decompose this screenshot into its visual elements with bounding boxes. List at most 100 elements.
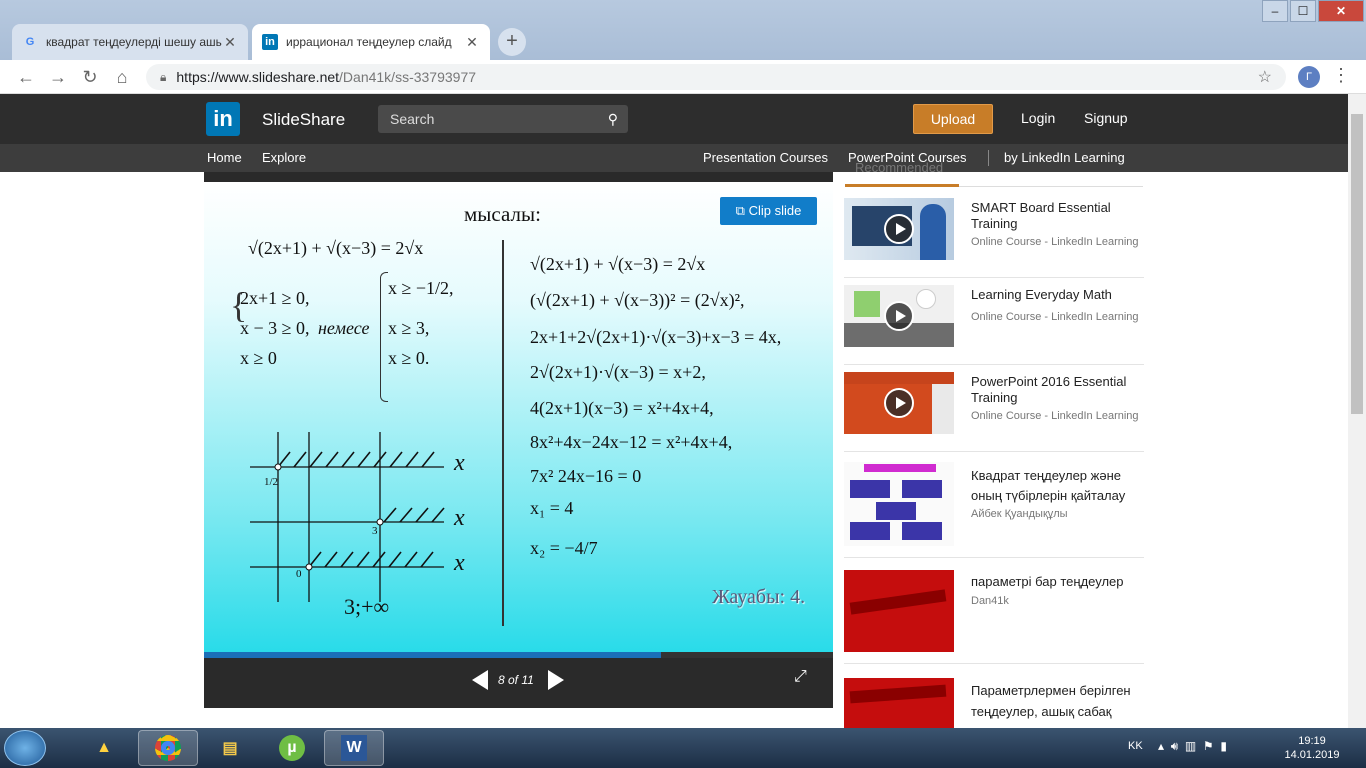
solution-step: x₁ = 4 [530, 498, 574, 518]
forward-icon[interactable]: → [46, 65, 70, 89]
chrome-icon[interactable] [138, 730, 198, 766]
recommended-item[interactable]: параметрі бар теңдеулер Dan41k [844, 558, 1144, 664]
recommended-item[interactable]: SMART Board Essential Training Online Co… [844, 190, 1144, 278]
language-indicator[interactable]: KK [1128, 740, 1143, 752]
slide-title: мысалы: [464, 202, 541, 226]
slide-thumbnail [844, 462, 954, 546]
slide-left-equation: √(2x+1) + √(x−3) = 2√x [248, 238, 424, 258]
nav-presentation-courses[interactable]: Presentation Courses [703, 150, 828, 165]
recommended-heading: Recommended [845, 160, 1143, 190]
number-line-diagram [250, 432, 445, 602]
item-title: Параметрлермен берілген теңдеулер, ашық … [971, 683, 1131, 719]
next-slide-icon[interactable] [548, 670, 564, 690]
bookmark-star-icon[interactable]: ☆ [1258, 67, 1272, 87]
player-controls: 8 of 11 ⤢ [204, 658, 833, 708]
axis-label-x: x [454, 550, 465, 576]
address-bar[interactable]: 🔒︎ https://www.slideshare.net/Dan41k/ss-… [146, 64, 1286, 90]
tick-half: 1/2 [264, 476, 279, 488]
windows-start-icon[interactable] [4, 730, 46, 766]
axis-label-x: x [454, 450, 465, 476]
system-b-line: x ≥ 3, [388, 318, 430, 338]
scrollbar-thumb[interactable] [1351, 114, 1363, 414]
maximize-button[interactable]: ☐ [1290, 0, 1316, 22]
tick-three: 3 [372, 525, 378, 537]
slideshare-logo-text[interactable]: SlideShare [262, 110, 345, 130]
new-tab-button[interactable]: + [498, 28, 526, 56]
system-a-line: x ≥ 0 [240, 348, 277, 368]
slide-thumbnail [844, 570, 954, 652]
back-icon[interactable]: ← [14, 65, 38, 89]
system-b-line: x ≥ −1/2, [388, 278, 454, 298]
video-thumbnail [844, 372, 954, 434]
browser-tab-1[interactable]: G квадрат теңдеулерді шешу ашық ✕ [12, 24, 248, 60]
solution-step: 7x² 24x−16 = 0 [530, 466, 642, 486]
utorrent-icon[interactable]: µ [262, 730, 322, 766]
google-icon: G [25, 36, 35, 48]
linkedin-logo-icon[interactable]: in [206, 102, 240, 136]
recommended-item[interactable]: PowerPoint 2016 Essential Training Onlin… [844, 364, 1144, 452]
system-clock[interactable]: 19:19 14.01.2019 [1282, 734, 1342, 762]
minimize-button[interactable]: – [1262, 0, 1288, 22]
browser-titlebar: G квадрат теңдеулерді шешу ашық ✕ in ирр… [0, 0, 1366, 60]
linkedin-icon: in [262, 34, 278, 50]
clock-date: 14.01.2019 [1284, 749, 1340, 761]
lock-icon: 🔒︎ [160, 69, 167, 84]
item-title: PowerPoint 2016 Essential Training [971, 374, 1127, 405]
previous-slide-icon[interactable] [472, 670, 488, 690]
word-icon[interactable]: W [324, 730, 384, 766]
clock-time: 19:19 [1298, 735, 1326, 747]
search-input[interactable]: Search ⚲ [378, 105, 628, 133]
search-icon[interactable]: ⚲ [608, 105, 618, 133]
solution-step: 2√(2x+1)·√(x−3) = x+2, [530, 362, 706, 382]
url-path: /Dan41k/ss-33793977 [339, 69, 477, 85]
solution-step: 4(2x+1)(x−3) = x²+4x+4, [530, 398, 714, 418]
slide-player: мысалы: √(2x+1) + √(x−3) = 2√x { 2x+1 ≥ … [204, 172, 833, 708]
fullscreen-icon[interactable]: ⤢ [794, 668, 807, 686]
browser-toolbar: ← → ↻ ⌂ 🔒︎ https://www.slideshare.net/Da… [0, 60, 1366, 94]
axis-label-x: x [454, 505, 465, 531]
solution-step: √(2x+1) + √(x−3) = 2√x [530, 254, 706, 274]
recommended-item[interactable]: Квадрат теңдеулер және оның түбірлерін қ… [844, 452, 1144, 558]
solution-step: x₂ = −4/7 [530, 538, 598, 558]
item-title: Learning Everyday Math [971, 287, 1112, 302]
tray-icons[interactable]: ▴ 🔊︎ ▥ ⚑ ▮ [1158, 739, 1227, 754]
archiver-icon[interactable]: ▲ [74, 730, 134, 766]
tab-label: квадрат теңдеулерді шешу ашық [46, 35, 222, 49]
clip-slide-button[interactable]: ⧉ Clip slide [720, 197, 817, 225]
recommended-label: Recommended [855, 160, 944, 175]
browser-menu-icon[interactable]: ⋮ [1332, 65, 1350, 86]
slideshare-header: in SlideShare Search ⚲ Upload Login Sign… [0, 94, 1348, 144]
item-source: Айбек Қуандықұлы [971, 508, 1068, 520]
nav-explore[interactable]: Explore [262, 150, 306, 165]
play-icon [884, 214, 914, 244]
home-icon[interactable]: ⌂ [110, 65, 134, 89]
item-source: Dan41k [971, 595, 1009, 607]
slide-thumbnail [844, 678, 954, 728]
browser-tab-2[interactable]: in иррационал теңдеулер слайд ✕ [252, 24, 490, 60]
solution-interval: 3;+∞ [344, 594, 390, 619]
nav-home[interactable]: Home [207, 150, 242, 165]
recommended-item[interactable]: Параметрлермен берілген теңдеулер, ашық … [844, 664, 1144, 728]
item-title: параметрі бар теңдеулер [971, 574, 1124, 589]
system-a-line: x − 3 ≥ 0, [240, 318, 310, 338]
tab-label: иррационал теңдеулер слайд [286, 35, 452, 49]
signup-link[interactable]: Signup [1084, 110, 1128, 126]
login-link[interactable]: Login [1021, 110, 1055, 126]
close-tab-icon[interactable]: ✕ [222, 34, 238, 51]
slide-canvas[interactable]: мысалы: √(2x+1) + √(x−3) = 2√x { 2x+1 ≥ … [204, 182, 833, 652]
reload-icon[interactable]: ↻ [78, 65, 102, 89]
clip-icon: ⧉ [735, 203, 749, 218]
close-window-button[interactable]: ✕ [1318, 0, 1364, 22]
windows-taskbar: ▲ ▤ µ W KK ▴ 🔊︎ ▥ ⚑ ▮ 19:19 14.01.2019 [0, 728, 1366, 768]
system-a-line: 2x+1 ≥ 0, [240, 288, 310, 308]
profile-avatar[interactable]: Г [1298, 66, 1320, 88]
file-explorer-icon[interactable]: ▤ [200, 730, 260, 766]
upload-button[interactable]: Upload [913, 104, 993, 134]
recommended-item[interactable]: Learning Everyday Math Online Course - L… [844, 277, 1144, 365]
item-title: Квадрат теңдеулер және оның түбірлерін қ… [971, 468, 1126, 503]
close-tab-icon[interactable]: ✕ [464, 34, 480, 51]
slide-connector: немесе [318, 318, 370, 338]
url-domain: https://www.slideshare.net [176, 69, 340, 85]
page-scrollbar[interactable] [1348, 94, 1366, 728]
solution-step: 2x+1+2√(2x+1)·√(x−3)+x−3 = 4x, [530, 327, 782, 347]
